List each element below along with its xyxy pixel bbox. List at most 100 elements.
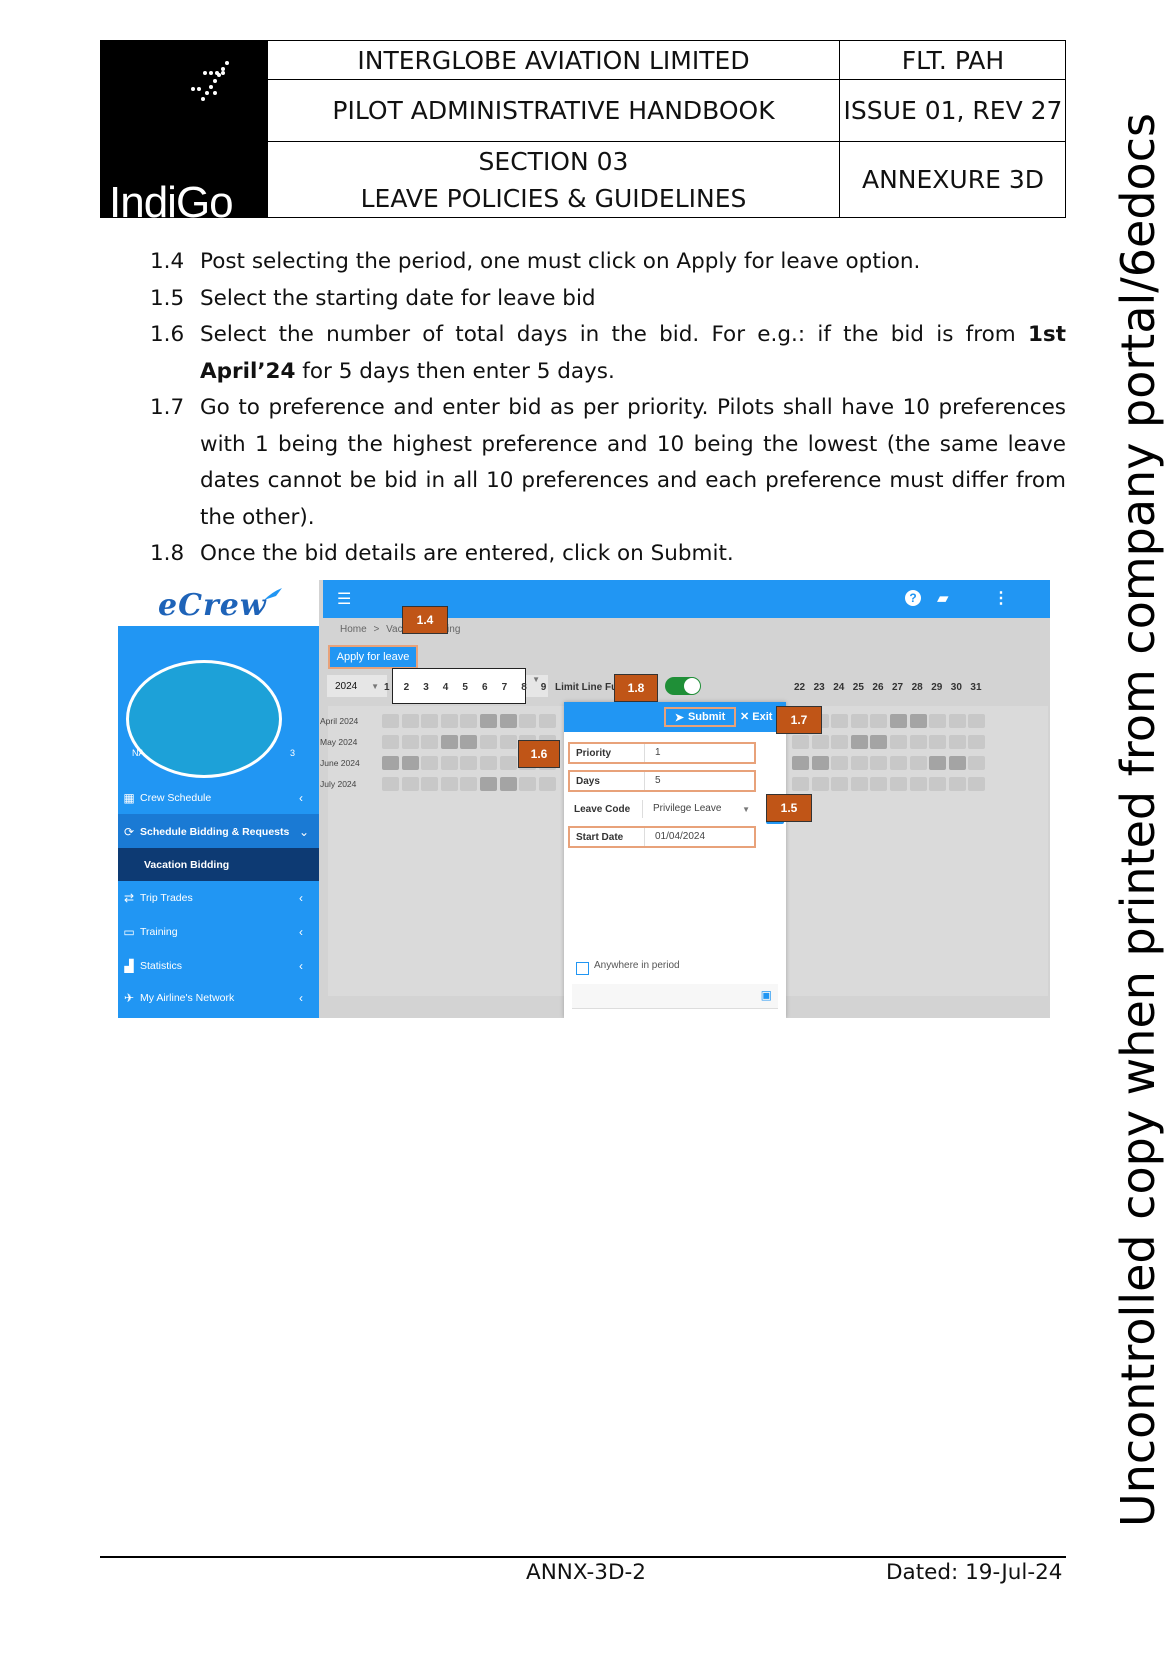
menu-collapse-icon[interactable]: ☰: [337, 589, 351, 609]
footer-rule: [100, 1556, 1066, 1558]
day-cell: [538, 714, 556, 728]
sidebar-item-schedule-bidding[interactable]: ⟳ Schedule Bidding & Requests ⌄: [118, 814, 319, 849]
year-select[interactable]: 2024 ▼: [327, 675, 387, 697]
day-cell: [909, 714, 927, 728]
ecrew-logo: eCrew: [158, 588, 267, 623]
month-label: June 2024: [320, 758, 360, 768]
day-cell: [382, 756, 399, 770]
sidebar-item-trip-trades[interactable]: ⇄ Trip Trades ‹: [118, 880, 319, 915]
leave-code-field[interactable]: Leave Code Privilege Leave ▼: [568, 798, 756, 820]
more-options-icon[interactable]: ⋮: [993, 588, 1009, 608]
day-cell: [401, 735, 419, 749]
leave-code-value[interactable]: Privilege Leave: [642, 800, 756, 818]
step-text: Post selecting the period, one must clic…: [200, 249, 921, 274]
day-cell: [929, 777, 947, 791]
day-cell: [499, 756, 517, 770]
day-number: 5: [462, 682, 468, 693]
anywhere-checkbox[interactable]: [576, 962, 589, 975]
sidebar-item-label: Crew Schedule: [140, 791, 212, 804]
day-cell: [890, 714, 907, 728]
day-cell: [480, 777, 497, 791]
day-cell: [421, 756, 439, 770]
plane-dots-icon: [191, 61, 229, 101]
exit-button[interactable]: ✕ Exit: [740, 710, 772, 723]
dropdown-arrow-icon: ▼: [371, 681, 379, 691]
day-number: 7: [501, 682, 508, 693]
company-name: INTERGLOBE AVIATION LIMITED: [267, 41, 839, 80]
priority-value[interactable]: 1: [644, 744, 754, 762]
day-cell: [519, 777, 537, 791]
day-cell: [538, 777, 556, 791]
sidebar-item-vacation-bidding[interactable]: Vacation Bidding: [118, 848, 319, 881]
day-cell: [909, 756, 927, 770]
priority-field[interactable]: Priority 1: [568, 742, 756, 764]
sidebar-item-label: Statistics: [140, 959, 183, 972]
steps-list: 1.4 Post selecting the period, one must …: [150, 244, 1066, 573]
logo-wordmark: IndiGo: [109, 178, 234, 227]
list-item: 1.8 Once the bid details are entered, cl…: [150, 536, 1066, 573]
step-text-part: for 5 days then enter 5 days.: [295, 358, 615, 384]
sidebar-item-airline-network[interactable]: ✈ My Airline's Network ‹: [118, 980, 319, 1015]
avatar[interactable]: [126, 660, 282, 778]
month-label: July 2024: [320, 779, 357, 789]
leave-code-label: Leave Code: [574, 803, 631, 815]
chevron-left-icon: ‹: [299, 924, 303, 939]
day-number: 27: [892, 682, 904, 693]
sidebar-item-statistics[interactable]: ▟ Statistics ‹: [118, 948, 319, 983]
sidebar-item-training[interactable]: ▭ Training ‹: [118, 914, 319, 949]
sidebar-item-label: Trip Trades: [140, 891, 193, 904]
step-number: 1.4: [150, 249, 185, 274]
day-cell: [968, 777, 986, 791]
doc-code: FLT. PAH: [839, 41, 1066, 80]
submit-label: Submit: [687, 711, 726, 723]
handbook-title: PILOT ADMINISTRATIVE HANDBOOK: [267, 80, 839, 142]
day-cell: [929, 756, 947, 770]
days-value[interactable]: 5: [644, 772, 754, 790]
chat-icon[interactable]: ▰: [937, 589, 949, 607]
submit-button[interactable]: ➤ Submit: [664, 707, 736, 727]
day-cell: [440, 735, 458, 749]
day-number: 26: [872, 682, 884, 693]
days-field[interactable]: Days 5: [568, 770, 756, 792]
date-range-field[interactable]: ▣: [572, 984, 778, 1009]
day-cell: [948, 735, 966, 749]
toggle-knob: [684, 678, 700, 694]
send-icon: ➤: [674, 711, 684, 724]
section-title: SECTION 03 LEAVE POLICIES & GUIDELINES: [267, 142, 839, 217]
day-number: 2: [403, 682, 410, 693]
dialog-header: ➤ Submit ✕ Exit: [564, 702, 786, 732]
close-icon: ✕: [740, 711, 750, 723]
day-cell: [421, 714, 439, 728]
footer-date: Dated: 19-Jul-24: [886, 1560, 1063, 1585]
day-cell: [929, 735, 947, 749]
day-cell: [499, 735, 517, 749]
step-text: Go to preference and enter bid as per pr…: [200, 395, 1066, 530]
day-cell: [870, 777, 888, 791]
limit-line-toggle[interactable]: [665, 677, 701, 695]
day-cell: [890, 777, 907, 791]
day-cell: [890, 756, 907, 770]
breadcrumb-home[interactable]: Home: [340, 624, 367, 635]
chevron-left-icon: ‹: [299, 890, 303, 905]
breadcrumb-separator: >: [373, 624, 380, 635]
day-cell: [440, 756, 458, 770]
day-cell: [382, 777, 399, 791]
bidding-icon: ⟳: [123, 824, 135, 839]
day-number: 24: [833, 682, 845, 693]
chevron-left-icon: ‹: [299, 790, 303, 805]
sidebar-item-crew-schedule[interactable]: ▦ Crew Schedule ‹: [118, 780, 319, 815]
days-label: Days: [576, 775, 600, 787]
apply-for-leave-button[interactable]: Apply for leave: [328, 645, 418, 669]
step-number: 1.5: [150, 285, 185, 311]
day-number: 31: [970, 682, 982, 693]
day-number: 23: [813, 682, 825, 693]
day-cell: [831, 777, 849, 791]
calendar-icon[interactable]: ▣: [761, 988, 772, 1002]
help-icon[interactable]: ?: [905, 590, 921, 606]
start-date-field[interactable]: Start Date 01/04/2024: [568, 826, 756, 848]
day-cell: [831, 735, 849, 749]
step-number: 1.7: [150, 395, 185, 420]
sidebar-item-label: Vacation Bidding: [144, 858, 230, 871]
start-date-value[interactable]: 01/04/2024: [644, 828, 754, 846]
day-cell: [929, 714, 947, 728]
